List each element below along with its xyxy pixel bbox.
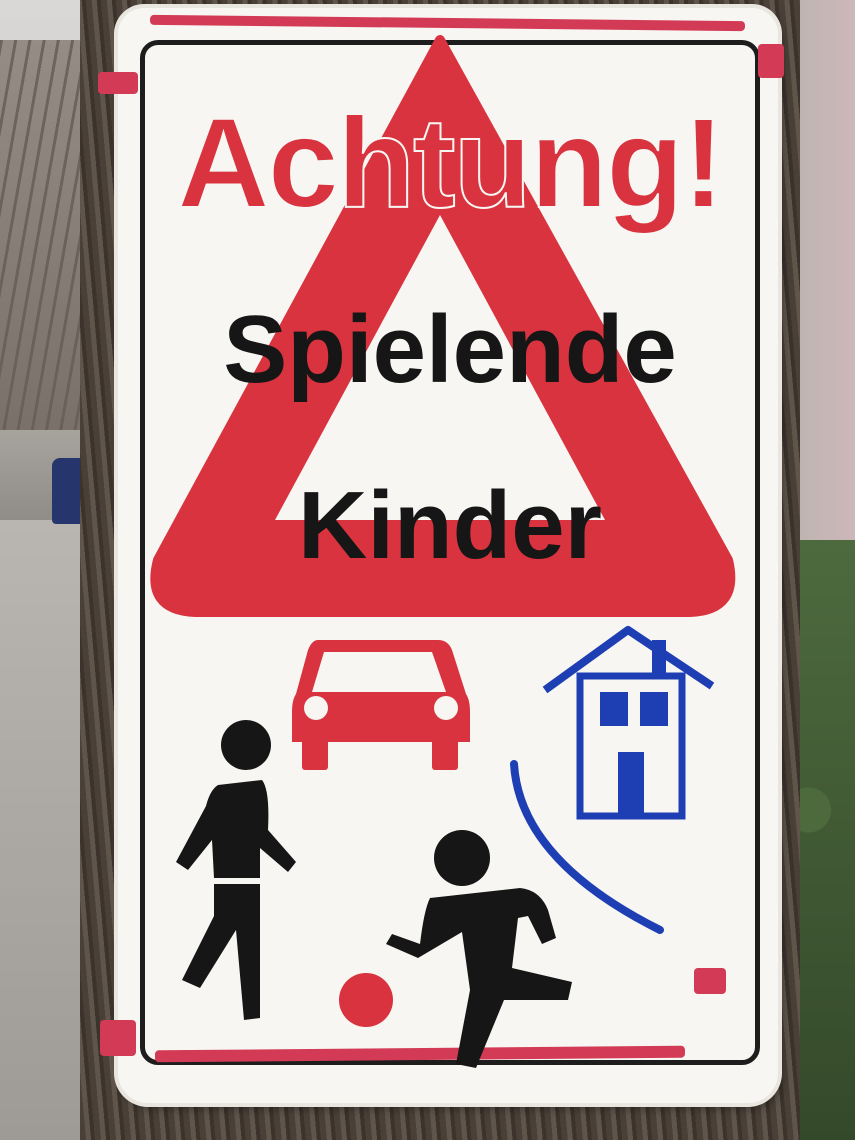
car-icon [292,640,470,770]
ball-icon [339,973,393,1027]
house-icon [542,626,715,820]
sign-text-line-2: Kinder [297,472,603,579]
sign-heading: Achtung! [176,92,726,235]
photo-scene: Achtung! Spielende Kinder [0,0,855,1140]
sign-text-line-1: Spielende [223,296,677,403]
walking-person-icon [176,720,296,1020]
running-child-icon [386,830,572,1068]
